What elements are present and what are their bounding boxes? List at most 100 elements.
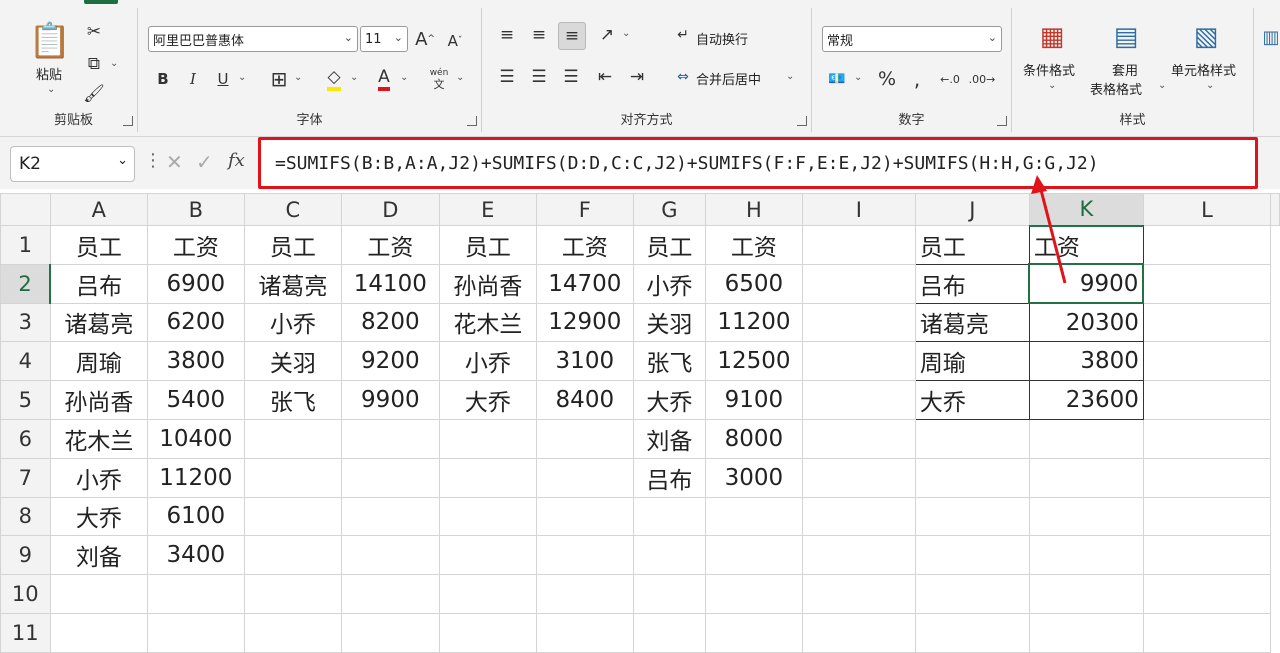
cell-l1[interactable] (1142, 225, 1272, 265)
format-as-table-icon[interactable]: ▤ (1108, 20, 1144, 54)
row-header[interactable]: 7 (0, 457, 51, 498)
cell-f9[interactable] (536, 535, 634, 576)
worksheet-table[interactable]: A B C D E F G H I J K L 1 员工 工资 员工 工资 员工 工资 员工 工资 员工 工资 2 吕布 6900… (0, 193, 1280, 653)
cell-c6[interactable] (243, 418, 343, 459)
cell-e1[interactable]: 员工 (438, 225, 538, 265)
cell-e3[interactable]: 花木兰 (438, 302, 538, 343)
cell-c7[interactable] (243, 457, 343, 498)
cell-c4[interactable]: 关羽 (243, 341, 343, 382)
cell-k4[interactable]: 3800 (1028, 341, 1144, 382)
cell-l3[interactable] (1142, 302, 1272, 343)
wrap-text-icon[interactable]: ↵ (672, 24, 694, 46)
cell-h4[interactable]: 12500 (705, 341, 803, 382)
cell-h3[interactable]: 11200 (705, 302, 803, 343)
cell-h11[interactable] (705, 612, 803, 653)
column-header-d[interactable]: D (341, 193, 440, 226)
copy-icon[interactable]: ⧉ (82, 52, 106, 76)
cell-a2[interactable]: 吕布 (49, 263, 149, 304)
orientation-icon[interactable]: ↗ (594, 22, 620, 48)
paste-dropdown-icon[interactable]: ⌄ (47, 84, 55, 95)
borders-icon[interactable]: ⊞ (266, 66, 292, 92)
cell-b2[interactable]: 6900 (147, 263, 245, 304)
format-as-table-line2[interactable]: 表格格式 (1090, 79, 1142, 98)
cell-k5[interactable]: 23600 (1028, 380, 1144, 420)
cell-i9[interactable] (801, 535, 916, 576)
accounting-format-icon[interactable]: 💶 (824, 66, 850, 92)
cell-c1[interactable]: 员工 (243, 225, 343, 265)
cell-f6[interactable] (536, 418, 634, 459)
cell-b10[interactable] (147, 574, 245, 614)
conditional-format-icon[interactable]: ▦ (1034, 20, 1070, 54)
cell-i4[interactable] (801, 341, 916, 382)
column-header-l[interactable]: L (1142, 193, 1272, 226)
cell-g6[interactable]: 刘备 (632, 418, 707, 459)
number-launcher-icon[interactable] (997, 116, 1007, 126)
cell-h2[interactable]: 6500 (705, 263, 803, 304)
merge-center-icon[interactable]: ⇔ (672, 66, 694, 88)
cell-l2[interactable] (1142, 263, 1272, 304)
cell-k9[interactable] (1028, 535, 1144, 576)
cell-b1[interactable]: 工资 (147, 225, 245, 265)
cell-e2[interactable]: 孙尚香 (438, 263, 538, 304)
fill-color-icon[interactable]: ◇ (322, 64, 346, 94)
column-header-k[interactable]: K (1028, 193, 1144, 227)
insert-function-icon[interactable]: fx (228, 150, 245, 171)
cell-b3[interactable]: 6200 (147, 302, 245, 343)
cell-f1[interactable]: 工资 (536, 225, 634, 265)
column-header-f[interactable]: F (536, 193, 634, 226)
cell-l9[interactable] (1142, 535, 1272, 576)
cell-k11[interactable] (1028, 612, 1144, 653)
cell-f8[interactable] (536, 496, 634, 537)
cell-k1[interactable]: 工资 (1028, 225, 1144, 265)
paste-icon[interactable]: 📋 (29, 18, 71, 64)
font-color-dropdown-icon[interactable]: ⌄ (400, 72, 408, 83)
cell-d7[interactable] (341, 457, 440, 498)
cell-b11[interactable] (147, 612, 245, 653)
cell-a4[interactable]: 周瑜 (49, 341, 149, 382)
cell-a10[interactable] (49, 574, 149, 614)
align-top-icon[interactable]: ≡ (494, 22, 520, 48)
column-header-h[interactable]: H (705, 193, 803, 226)
cell-styles-icon[interactable]: ▧ (1188, 20, 1224, 54)
column-header-j[interactable]: J (914, 193, 1030, 226)
cell-d1[interactable]: 工资 (341, 225, 440, 265)
cell-e4[interactable]: 小乔 (438, 341, 538, 382)
copy-dropdown-icon[interactable]: ⌄ (110, 58, 118, 69)
cell-e9[interactable] (438, 535, 538, 576)
align-left-icon[interactable]: ☰ (494, 64, 520, 90)
cell-b6[interactable]: 10400 (147, 418, 245, 459)
cell-b8[interactable]: 6100 (147, 496, 245, 537)
cell-c5[interactable]: 张飞 (243, 380, 343, 420)
row-header[interactable]: 1 (0, 225, 51, 265)
chevron-down-icon[interactable]: ⌄ (117, 153, 128, 168)
align-bottom-icon[interactable]: ≡ (558, 22, 586, 50)
clipboard-launcher-icon[interactable] (123, 116, 133, 126)
cell-g3[interactable]: 关羽 (632, 302, 707, 343)
cell-dropdown-icon[interactable]: ⌄ (1206, 80, 1214, 91)
cell-a5[interactable]: 孙尚香 (49, 380, 149, 420)
cell-e11[interactable] (438, 612, 538, 653)
cell-j1[interactable]: 员工 (914, 225, 1030, 265)
row-header[interactable]: 10 (0, 574, 51, 614)
percent-style-icon[interactable]: % (874, 66, 900, 92)
cell-i7[interactable] (801, 457, 916, 498)
cell-l11[interactable] (1142, 612, 1272, 653)
select-all-corner[interactable] (0, 193, 51, 226)
phonetic-guide-icon[interactable]: wén 文 (426, 64, 452, 94)
cell-d6[interactable] (341, 418, 440, 459)
cell-e6[interactable] (438, 418, 538, 459)
table-dropdown-icon[interactable]: ⌄ (1158, 80, 1166, 91)
cut-icon[interactable]: ✂ (82, 20, 106, 44)
cell-l6[interactable] (1142, 418, 1272, 459)
cell-g7[interactable]: 吕布 (632, 457, 707, 498)
cell-a1[interactable]: 员工 (49, 225, 149, 265)
italic-button[interactable]: I (182, 66, 204, 92)
cancel-icon[interactable]: ✕ (166, 150, 183, 174)
shrink-font-icon[interactable]: Aˇ (444, 28, 466, 54)
column-header-e[interactable]: E (438, 193, 538, 226)
cell-c9[interactable] (243, 535, 343, 576)
cell-i10[interactable] (801, 574, 916, 614)
merge-center-button[interactable]: 合并后居中 (696, 69, 761, 88)
cell-a7[interactable]: 小乔 (49, 457, 149, 498)
cell-b7[interactable]: 11200 (147, 457, 245, 498)
